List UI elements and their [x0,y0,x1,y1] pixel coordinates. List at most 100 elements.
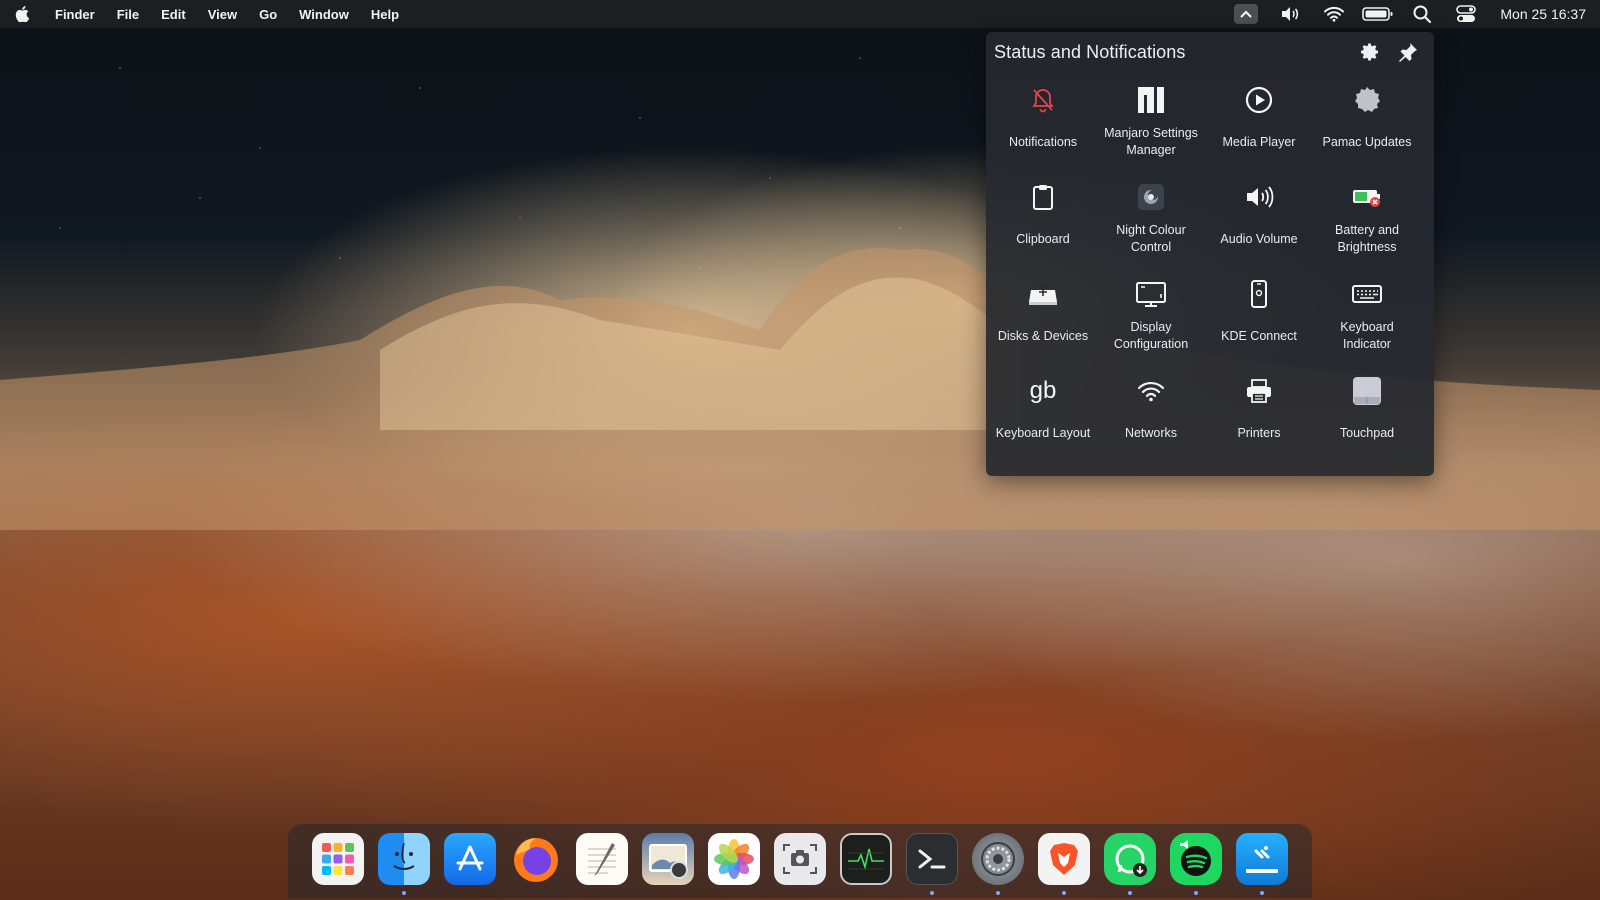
keyboard-icon [1349,276,1385,312]
photos-icon [708,833,760,885]
system-settings-icon [972,833,1024,885]
item-label: Touchpad [1339,425,1395,440]
speaker-icon [1241,179,1277,215]
play-circle-icon [1241,82,1277,118]
preview-icon [642,833,694,885]
pin-icon [1399,43,1417,62]
running-indicator [1062,891,1066,895]
dock-photos[interactable] [708,833,760,885]
item-kde-connect[interactable]: KDE Connect [1205,270,1313,367]
item-label: Media Player [1222,134,1296,149]
remote-desktop-icon [1236,833,1288,885]
keyboard-layout-glyph: gb [1029,377,1057,404]
item-keyboard-indicator[interactable]: Keyboard Indicator [1313,270,1421,367]
item-networks[interactable]: Networks [1097,367,1205,464]
item-manjaro-settings[interactable]: Manjaro Settings Manager [1097,76,1205,173]
app-store-icon [444,833,496,885]
dock-whatsapp[interactable] [1104,833,1156,895]
phone-icon [1241,276,1277,312]
usb-drive-icon [1025,276,1061,312]
search-icon[interactable] [1400,0,1444,28]
item-night-colour[interactable]: Night Colour Control [1097,173,1205,270]
firefox-icon [510,833,562,885]
dock-firefox[interactable] [510,833,562,885]
item-label: Pamac Updates [1322,134,1412,149]
battery-icon[interactable] [1356,0,1400,28]
popup-header: Status and Notifications [986,32,1434,72]
tray-expand-button[interactable] [1224,0,1268,28]
item-label: Networks [1124,425,1178,440]
item-label: Manjaro Settings Manager [1104,126,1198,157]
apple-menu-icon[interactable] [0,6,44,22]
item-printers[interactable]: Printers [1205,367,1313,464]
menu-view[interactable]: View [197,0,248,28]
menu-edit[interactable]: Edit [150,0,197,28]
control-center-icon[interactable] [1444,0,1488,28]
status-items-grid: Notifications Manjaro Settings Manager M… [986,72,1434,464]
configure-button[interactable] [1358,40,1382,64]
wifi-icon [1133,373,1169,409]
menu-help[interactable]: Help [360,0,410,28]
dock-app-store[interactable] [444,833,496,885]
menu-bar: Finder File Edit View Go Window Help Mon… [0,0,1600,28]
monitor-icon [1133,276,1169,312]
tray-expand-icon [1234,4,1259,24]
item-label: Battery and Brightness [1335,223,1399,254]
item-label: KDE Connect [1221,328,1297,343]
popup-title: Status and Notifications [994,41,1186,62]
dock-text-editor[interactable] [576,833,628,885]
dock-finder[interactable] [378,833,430,895]
pamac-badge-icon [1349,82,1385,118]
night-colour-icon [1133,179,1169,215]
spotify-icon [1170,833,1222,885]
item-label: Disks & Devices [997,328,1089,343]
menu-clock[interactable]: Mon 25 16:37 [1488,6,1586,22]
item-clipboard[interactable]: Clipboard [989,173,1097,270]
keyboard-layout-gb-icon: gb [1025,373,1061,409]
dock-activity-monitor[interactable] [840,833,892,885]
item-disks-devices[interactable]: Disks & Devices [989,270,1097,367]
item-label: Notifications [1008,134,1078,149]
running-indicator [402,891,406,895]
pin-button[interactable] [1396,40,1420,64]
bell-off-icon [1025,82,1061,118]
printer-icon [1241,373,1277,409]
item-audio-volume[interactable]: Audio Volume [1205,173,1313,270]
wifi-icon[interactable] [1312,0,1356,28]
item-keyboard-layout[interactable]: gb Keyboard Layout [989,367,1097,464]
volume-icon[interactable] [1268,0,1312,28]
menu-file[interactable]: File [106,0,150,28]
item-pamac-updates[interactable]: Pamac Updates [1313,76,1421,173]
dock-brave[interactable] [1038,833,1090,895]
activity-monitor-icon [840,833,892,885]
item-label: Audio Volume [1220,231,1298,246]
item-media-player[interactable]: Media Player [1205,76,1313,173]
launchpad-icon [312,833,364,885]
dock-system-settings[interactable] [972,833,1024,895]
dock-spotify[interactable] [1170,833,1222,895]
gear-icon [1361,43,1378,61]
item-label: Night Colour Control [1116,223,1186,254]
dock-terminal[interactable] [906,833,958,895]
item-notifications[interactable]: Notifications [989,76,1097,173]
item-display-configuration[interactable]: Display Configuration [1097,270,1205,367]
running-indicator [1128,891,1132,895]
running-indicator [1260,891,1264,895]
dock-preview[interactable] [642,833,694,885]
menu-app-name[interactable]: Finder [44,0,106,28]
item-label: Clipboard [1016,231,1070,246]
item-label: Keyboard Indicator [1340,320,1394,351]
item-label: Printers [1237,425,1281,440]
item-battery-brightness[interactable]: Battery and Brightness [1313,173,1421,270]
dock-launchpad[interactable] [312,833,364,885]
running-indicator [930,891,934,895]
dock-screenshot[interactable] [774,833,826,885]
dock [288,824,1312,898]
item-touchpad[interactable]: Touchpad [1313,367,1421,464]
item-label: Keyboard Layout [995,425,1091,440]
system-tray: Mon 25 16:37 [1224,0,1600,28]
menu-window[interactable]: Window [288,0,360,28]
menu-go[interactable]: Go [248,0,288,28]
dock-remote-desktop[interactable] [1236,833,1288,895]
finder-icon [378,833,430,885]
